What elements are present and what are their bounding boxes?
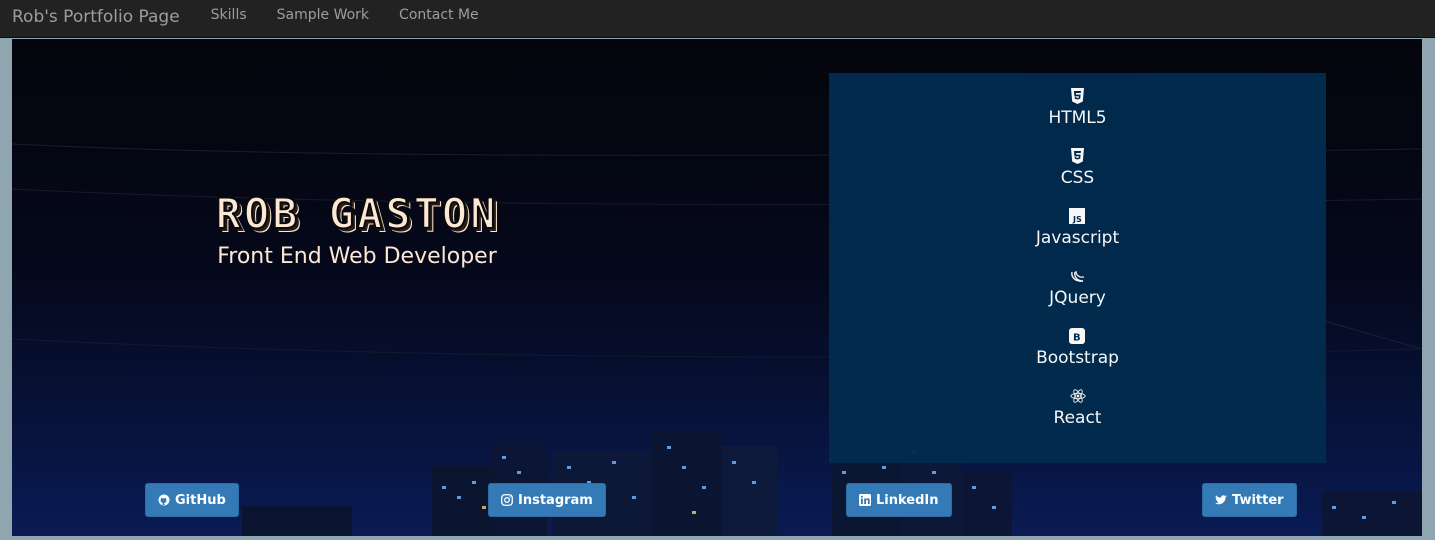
skill-item: B Bootstrap bbox=[1036, 327, 1119, 387]
developer-name: ROB GASTON bbox=[215, 188, 499, 239]
skills-panel: HTML5 CSS JS Javascript JQuery B Bootstr… bbox=[829, 73, 1326, 463]
instagram-button[interactable]: Instagram bbox=[488, 483, 606, 517]
linkedin-label: LinkedIn bbox=[876, 492, 939, 508]
jquery-icon bbox=[1070, 267, 1086, 285]
bootstrap-icon: B bbox=[1069, 327, 1086, 345]
skill-item: React bbox=[1053, 387, 1102, 447]
skill-item: HTML5 bbox=[1048, 87, 1107, 147]
github-icon bbox=[158, 494, 170, 506]
css3-icon bbox=[1069, 147, 1085, 165]
instagram-icon bbox=[501, 494, 513, 506]
skill-label: JQuery bbox=[1049, 288, 1106, 308]
svg-text:JS: JS bbox=[1072, 215, 1082, 224]
github-label: GitHub bbox=[175, 492, 226, 508]
name-block: ROB GASTON Front End Web Developer bbox=[142, 188, 572, 269]
navbar: Rob's Portfolio Page Skills Sample Work … bbox=[0, 0, 1435, 38]
github-button[interactable]: GitHub bbox=[145, 483, 239, 517]
skill-label: Javascript bbox=[1035, 228, 1120, 248]
svg-text:B: B bbox=[1073, 333, 1081, 344]
skill-item: JS Javascript bbox=[1036, 207, 1119, 267]
nav-links: Skills Sample Work Contact Me bbox=[196, 7, 494, 23]
twitter-icon bbox=[1215, 494, 1227, 506]
react-icon bbox=[1069, 387, 1086, 405]
twitter-button[interactable]: Twitter bbox=[1202, 483, 1297, 517]
skill-label: HTML5 bbox=[1048, 108, 1107, 128]
nav-link-contact-me[interactable]: Contact Me bbox=[384, 7, 494, 23]
instagram-label: Instagram bbox=[518, 492, 593, 508]
hero-section: ROB GASTON Front End Web Developer HTML5… bbox=[12, 39, 1422, 536]
skill-label: React bbox=[1053, 408, 1102, 428]
skill-item: CSS bbox=[1061, 147, 1094, 207]
brand-link[interactable]: Rob's Portfolio Page bbox=[12, 7, 180, 27]
javascript-icon: JS bbox=[1069, 207, 1086, 225]
linkedin-button[interactable]: LinkedIn bbox=[846, 483, 952, 517]
html5-icon bbox=[1070, 87, 1086, 105]
developer-role: Front End Web Developer bbox=[217, 244, 497, 269]
skill-item: JQuery bbox=[1049, 267, 1106, 327]
twitter-label: Twitter bbox=[1232, 492, 1284, 508]
nav-link-skills[interactable]: Skills bbox=[196, 7, 262, 23]
linkedin-icon bbox=[859, 494, 871, 506]
nav-link-sample-work[interactable]: Sample Work bbox=[262, 7, 384, 23]
skill-label: Bootstrap bbox=[1036, 348, 1119, 368]
skill-label: CSS bbox=[1060, 168, 1095, 188]
